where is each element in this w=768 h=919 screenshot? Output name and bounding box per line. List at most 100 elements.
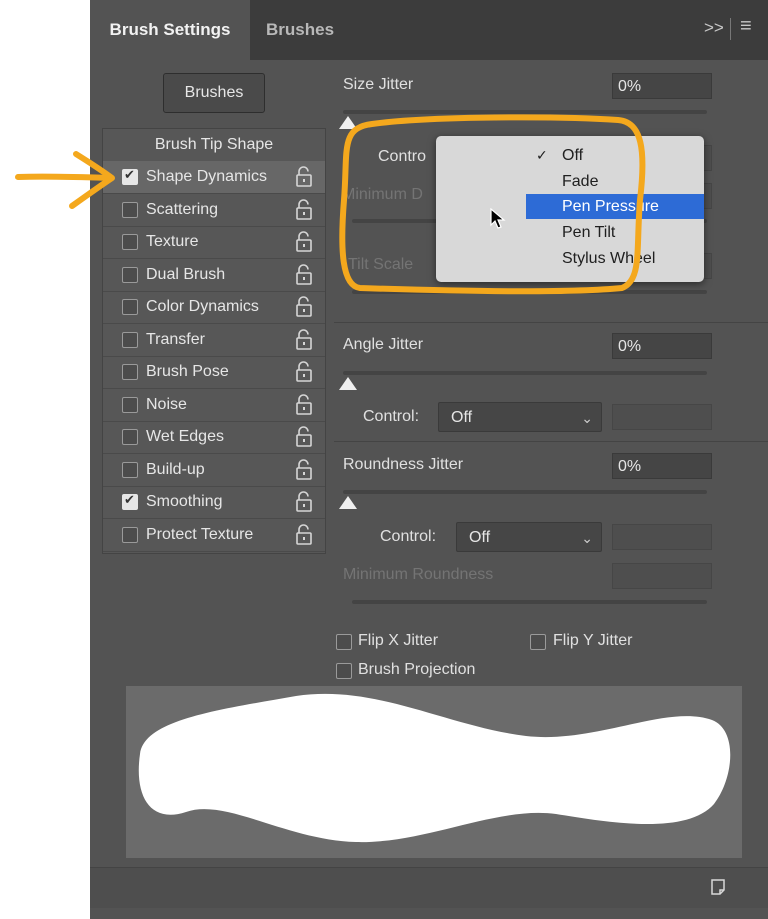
section-divider: [334, 441, 768, 442]
roundness-control-select[interactable]: Off ⌄: [456, 522, 602, 552]
wet-edges-checkbox[interactable]: [122, 429, 138, 445]
sidebar-item-scattering[interactable]: Scattering: [103, 194, 325, 227]
size-jitter-label: Size Jitter: [343, 76, 414, 93]
sidebar-item-label: Smoothing: [146, 493, 223, 510]
protect-texture-checkbox[interactable]: [122, 526, 138, 543]
sidebar-item-noise[interactable]: Noise: [103, 389, 325, 422]
sidebar-item-brush-pose[interactable]: Brush Pose: [103, 356, 325, 389]
lock-icon[interactable]: [295, 523, 313, 546]
checkmark-icon: ✓: [536, 147, 548, 163]
roundness-control-label: Control:: [380, 528, 437, 545]
scattering-checkbox[interactable]: [122, 201, 138, 218]
roundness-jitter-label: Roundness Jitter: [343, 456, 464, 473]
sidebar-item-label: Color Dynamics: [146, 298, 259, 315]
texture-checkbox[interactable]: [122, 234, 138, 250]
menu-item-label: Pen Pressure: [562, 198, 659, 216]
angle-control-value: Off: [451, 409, 473, 426]
shape-dynamics-checkbox[interactable]: [122, 167, 138, 185]
new-brush-preset-icon[interactable]: [710, 878, 726, 896]
menu-item-stylus-wheel[interactable]: Stylus Wheel: [526, 246, 704, 271]
transfer-checkbox[interactable]: [122, 331, 138, 348]
flip-x-jitter-label: Flip X Jitter: [358, 632, 439, 649]
sidebar-item-label: Scattering: [146, 200, 219, 218]
minimum-roundness-input: [612, 563, 712, 589]
sidebar-item-brush-tip-shape[interactable]: Brush Tip Shape: [103, 129, 325, 162]
dual-brush-checkbox[interactable]: [122, 266, 138, 283]
flip-y-jitter-label: Flip Y Jitter: [553, 632, 633, 649]
sidebar-item-smoothing[interactable]: Smoothing: [103, 486, 325, 519]
sidebar-item-dual-brush[interactable]: Dual Brush: [103, 259, 325, 292]
angle-jitter-label: Angle Jitter: [343, 336, 424, 353]
roundness-jitter-slider[interactable]: [343, 490, 707, 494]
menu-item-label: Off: [562, 147, 584, 164]
sidebar-item-label: Protect Texture: [146, 525, 254, 543]
tab-bar: Brush Settings Brushes >> ≡: [90, 0, 768, 60]
noise-checkbox[interactable]: [122, 396, 138, 413]
sidebar-item-texture[interactable]: Texture: [103, 226, 325, 259]
chevron-down-icon: ⌄: [581, 410, 593, 426]
angle-jitter-input[interactable]: 0%: [612, 333, 712, 359]
sidebar-item-label: Wet Edges: [146, 428, 224, 445]
color-dynamics-checkbox[interactable]: [122, 299, 138, 315]
sidebar-item-transfer[interactable]: Transfer: [103, 324, 325, 357]
brush-projection-checkbox[interactable]: [336, 663, 352, 679]
size-jitter-slider-thumb[interactable]: [339, 116, 357, 129]
sidebar-item-label: Dual Brush: [146, 265, 226, 283]
size-jitter-input[interactable]: 0%: [612, 73, 712, 99]
angle-jitter-slider-thumb[interactable]: [339, 377, 357, 390]
angle-jitter-slider[interactable]: [343, 371, 707, 375]
sidebar-item-color-dynamics[interactable]: Color Dynamics: [103, 291, 325, 324]
roundness-jitter-slider-thumb[interactable]: [339, 496, 357, 509]
brush-projection-label: Brush Projection: [358, 661, 476, 678]
brush-settings-panel: Brush Settings Brushes >> ≡ Brushes Brus…: [90, 0, 768, 919]
mouse-cursor-icon: [490, 208, 506, 229]
lock-icon[interactable]: [295, 263, 313, 286]
brush-pose-checkbox[interactable]: [122, 364, 138, 380]
sidebar-item-label: Transfer: [146, 330, 205, 348]
lock-icon[interactable]: [295, 328, 313, 351]
sidebar-item-shape-dynamics[interactable]: Shape Dynamics: [103, 161, 325, 194]
build-up-checkbox[interactable]: [122, 461, 138, 478]
control-label-partial: Contro: [378, 148, 427, 165]
size-jitter-slider[interactable]: [343, 110, 707, 114]
minimum-roundness-slider: [352, 600, 707, 604]
control-dropdown-menu: ✓ Off Fade Pen Pressure Pen Tilt Stylus Wheel: [436, 136, 704, 282]
lock-icon[interactable]: [295, 491, 313, 513]
tab-brushes[interactable]: Brushes: [266, 0, 334, 60]
minimum-diameter-label: Minimum D: [342, 186, 423, 203]
tilt-scale-slider: [352, 290, 707, 294]
flip-y-jitter-checkbox[interactable]: [530, 634, 546, 650]
tab-brush-settings[interactable]: Brush Settings: [90, 0, 250, 60]
menu-item-fade[interactable]: Fade: [526, 169, 704, 194]
smoothing-checkbox[interactable]: [122, 492, 138, 510]
minimum-roundness-label: Minimum Roundness: [343, 566, 494, 583]
tilt-scale-label: Tilt Scale: [348, 256, 414, 273]
collapse-icon[interactable]: >>: [704, 18, 724, 38]
lock-icon[interactable]: [295, 458, 313, 481]
panel-menu-icon[interactable]: ≡: [740, 15, 752, 38]
menu-item-label: Stylus Wheel: [562, 249, 656, 267]
section-divider: [334, 322, 768, 323]
sidebar-item-build-up[interactable]: Build-up: [103, 454, 325, 487]
menu-item-pen-pressure[interactable]: Pen Pressure: [526, 194, 704, 220]
sidebar-item-label: Shape Dynamics: [146, 168, 267, 185]
lock-icon[interactable]: [295, 231, 313, 253]
sidebar-item-protect-texture[interactable]: Protect Texture: [103, 519, 325, 552]
roundness-jitter-input[interactable]: 0%: [612, 453, 712, 479]
menu-item-off[interactable]: ✓ Off: [526, 143, 704, 168]
menu-item-label: Pen Tilt: [562, 224, 616, 242]
sidebar-item-wet-edges[interactable]: Wet Edges: [103, 421, 325, 454]
angle-control-select[interactable]: Off ⌄: [438, 402, 602, 432]
lock-icon[interactable]: [295, 198, 313, 221]
lock-icon[interactable]: [295, 393, 313, 416]
brushes-button[interactable]: Brushes: [163, 73, 265, 113]
sidebar-item-label: Brush Pose: [146, 363, 229, 380]
roundness-control-input: [612, 524, 712, 550]
lock-icon[interactable]: [295, 426, 313, 448]
lock-icon[interactable]: [295, 166, 313, 188]
flip-x-jitter-checkbox[interactable]: [336, 634, 352, 650]
angle-control-label: Control:: [363, 408, 420, 425]
lock-icon[interactable]: [295, 361, 313, 383]
menu-item-pen-tilt[interactable]: Pen Tilt: [526, 220, 704, 245]
lock-icon[interactable]: [295, 296, 313, 318]
